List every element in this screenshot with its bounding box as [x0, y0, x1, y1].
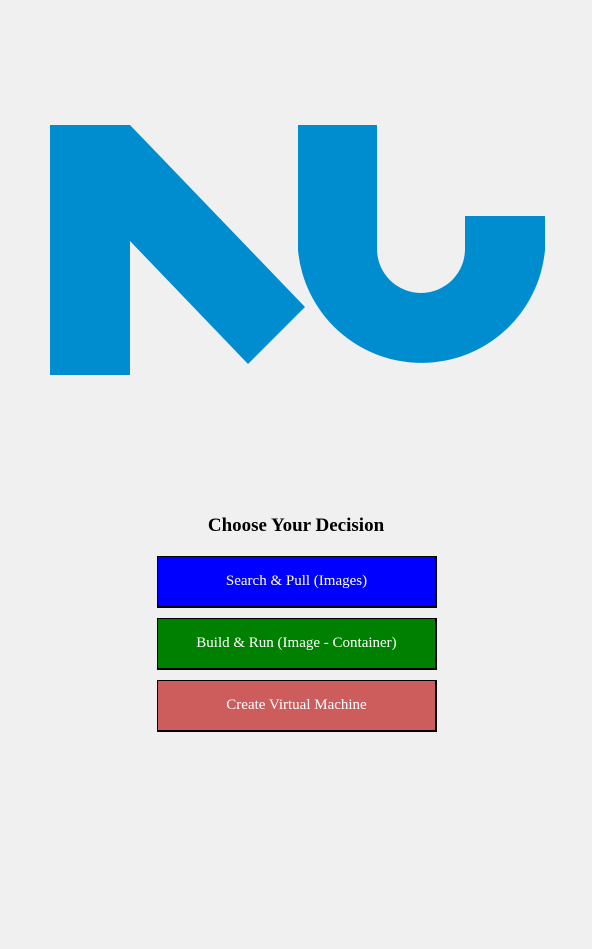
logo-u-shape	[298, 125, 545, 363]
app-window: Choose Your Decision Search & Pull (Imag…	[0, 0, 592, 949]
build-run-container-button[interactable]: Build & Run (Image - Container)	[157, 618, 437, 670]
logo-n-shape	[50, 125, 305, 375]
nu-logo-icon	[50, 125, 546, 375]
create-virtual-machine-button[interactable]: Create Virtual Machine	[157, 680, 437, 732]
decision-heading: Choose Your Decision	[207, 515, 385, 536]
search-pull-images-button[interactable]: Search & Pull (Images)	[157, 556, 437, 608]
